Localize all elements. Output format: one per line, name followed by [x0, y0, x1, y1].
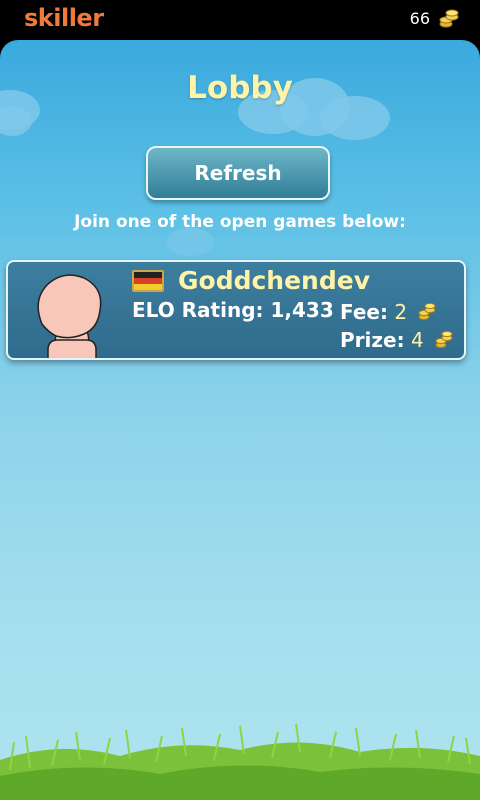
germany-flag-icon [132, 270, 164, 292]
fee-label: Fee: [340, 300, 388, 324]
coin-balance[interactable]: 66 [410, 9, 430, 28]
prize-value: 4 [410, 328, 424, 352]
game-fee: Fee: 2 [340, 300, 437, 324]
prize-label: Prize: [340, 328, 405, 352]
open-game-card[interactable]: Goddchendev ELO Rating: 1,433 Fee: 2 Pri… [6, 260, 466, 360]
refresh-button[interactable]: Refresh [146, 146, 330, 200]
elo-rating: ELO Rating: 1,433 [132, 298, 334, 322]
lobby-screen: Lobby Refresh Join one of the open games… [0, 40, 480, 800]
coins-icon [418, 302, 436, 321]
cloud-decoration [0, 106, 32, 136]
coins-icon [435, 330, 453, 349]
skiller-logo[interactable]: skiller [24, 4, 104, 32]
page-title: Lobby [187, 70, 293, 106]
player-name: Goddchendev [178, 266, 371, 295]
grass-decoration [0, 723, 480, 800]
default-avatar-icon [37, 274, 102, 358]
cloud-decoration [166, 228, 214, 256]
game-prize: Prize: 4 [340, 328, 454, 352]
lobby-instructions: Join one of the open games below: [74, 212, 406, 232]
top-bar: skiller 66 [0, 0, 480, 40]
fee-value: 2 [394, 300, 408, 324]
coins-icon[interactable] [438, 8, 460, 30]
